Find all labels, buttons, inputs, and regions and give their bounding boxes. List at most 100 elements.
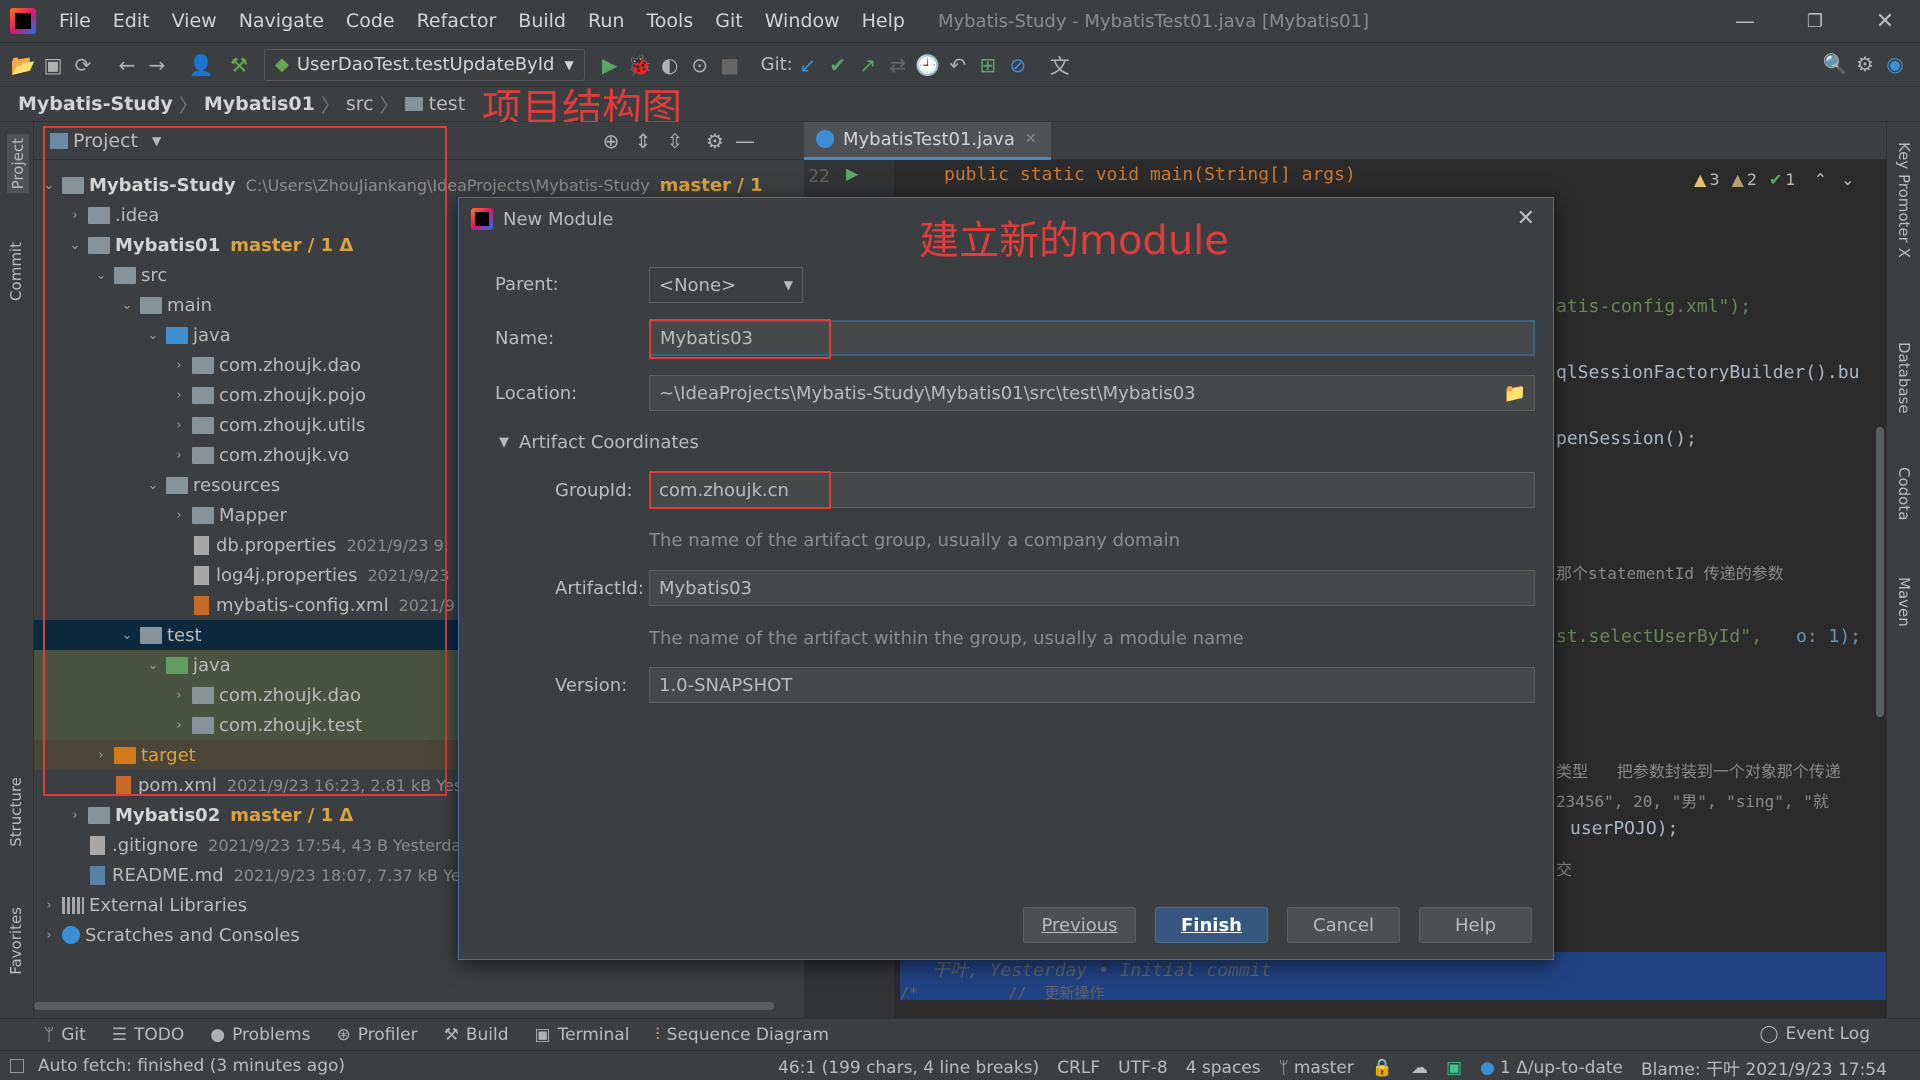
profile-icon[interactable]: ⊙ xyxy=(685,50,715,80)
settings-icon[interactable]: ⚙ xyxy=(700,126,730,156)
menu-git[interactable]: Git xyxy=(704,10,753,32)
terminal-icon[interactable]: ▣ xyxy=(1446,1058,1462,1078)
git-commit-icon[interactable]: ✔ xyxy=(823,50,853,80)
run-icon[interactable]: ▶ xyxy=(595,50,625,80)
menu-code[interactable]: Code xyxy=(335,10,406,32)
plugin-avatar-icon[interactable]: ◉ xyxy=(1880,49,1910,79)
tool-tab-project[interactable]: Project xyxy=(7,134,29,194)
back-icon[interactable]: ← xyxy=(112,50,142,80)
git-push-icon[interactable]: ↗ xyxy=(853,50,883,80)
menu-help[interactable]: Help xyxy=(851,10,916,32)
locate-icon[interactable]: ⊕ xyxy=(596,126,626,156)
history-icon[interactable]: 🕘 xyxy=(913,50,943,80)
parent-select[interactable]: <None> ▼ xyxy=(649,267,803,303)
breadcrumb-src[interactable]: src xyxy=(346,93,374,115)
git-update-icon[interactable]: ↙ xyxy=(793,50,823,80)
forward-icon[interactable]: → xyxy=(142,50,172,80)
coverage-icon[interactable]: ◐ xyxy=(655,50,685,80)
tool-tab-key-promoter[interactable]: Key Promoter X xyxy=(1895,142,1913,258)
hammer-icon[interactable]: ⚒ xyxy=(224,50,254,80)
version-input[interactable]: 1.0-SNAPSHOT xyxy=(649,667,1535,703)
code-fragment[interactable]: 交 xyxy=(1556,856,1572,880)
git-branch-widget[interactable]: ᛘ master xyxy=(1279,1058,1354,1078)
menu-run[interactable]: Run xyxy=(577,10,635,32)
run-gutter-icon[interactable]: ▶ xyxy=(846,164,858,183)
tool-problems[interactable]: ● Problems xyxy=(210,1025,310,1045)
code-fragment[interactable]: penSession(); xyxy=(1556,428,1697,449)
cancel-button[interactable]: Cancel xyxy=(1287,907,1400,943)
line-separator[interactable]: CRLF xyxy=(1057,1058,1100,1078)
tab-mybatistest01[interactable]: MybatisTest01.java ✕ xyxy=(804,121,1051,160)
code-fragment[interactable]: 类型 把参数封装到一个对象那个传递 xyxy=(1556,758,1841,782)
code-line-22[interactable]: public static void main(String[] args) xyxy=(944,164,1356,185)
chevron-up-icon[interactable]: ⌃ xyxy=(1814,170,1827,189)
artifact-coordinates-toggle[interactable]: ▼ Artifact Coordinates xyxy=(499,432,709,453)
tool-tab-database[interactable]: Database xyxy=(1895,342,1913,414)
menu-edit[interactable]: Edit xyxy=(102,10,161,32)
tool-tab-maven[interactable]: Maven xyxy=(1895,577,1913,627)
horizontal-scrollbar[interactable] xyxy=(34,1002,774,1010)
close-icon[interactable]: ✕ xyxy=(1517,206,1535,231)
indent-setting[interactable]: 4 spaces xyxy=(1186,1058,1261,1078)
git-merge-icon[interactable]: ⇄ xyxy=(883,50,913,80)
location-input[interactable]: ~\IdeaProjects\Mybatis-Study\Mybatis01\s… xyxy=(649,375,1535,411)
tool-tab-favorites[interactable]: Favorites xyxy=(7,907,25,975)
open-folder-icon[interactable]: 📂 xyxy=(8,50,38,80)
vertical-scrollbar[interactable] xyxy=(1876,427,1884,717)
code-fragment[interactable]: atis-config.xml"); xyxy=(1556,296,1751,317)
status-message[interactable]: Auto fetch: finished (3 minutes ago) xyxy=(38,1056,345,1076)
tool-profiler[interactable]: ⊛ Profiler xyxy=(336,1025,417,1045)
minimize-icon[interactable]: — xyxy=(1710,9,1780,33)
tool-tab-structure[interactable]: Structure xyxy=(7,777,25,847)
chevron-down-icon[interactable]: ⌄ xyxy=(1841,170,1854,189)
tool-terminal[interactable]: ▣ Terminal xyxy=(535,1025,630,1045)
expand-all-icon[interactable]: ⇕ xyxy=(628,126,658,156)
restore-icon[interactable]: ❐ xyxy=(1780,11,1850,32)
menu-tools[interactable]: Tools xyxy=(635,10,704,32)
inspection-widget[interactable]: ▲ 3 ▲ 2 ✔ 1 ⌃ ⌄ xyxy=(1694,170,1854,189)
activity-monitor-icon[interactable]: ⊞ xyxy=(973,50,1003,80)
cloud-icon[interactable]: ☁ xyxy=(1411,1058,1428,1078)
save-icon[interactable]: ▣ xyxy=(38,50,68,80)
code-fragment[interactable]: 那个statementId 传递的参数 xyxy=(1556,560,1784,584)
tool-event-log[interactable]: ◯ Event Log xyxy=(1760,1024,1871,1044)
debug-icon[interactable]: 🐞 xyxy=(625,50,655,80)
translate-icon[interactable]: 文 xyxy=(1045,50,1075,80)
search-icon[interactable]: 🔍 xyxy=(1820,49,1850,79)
vcs-status[interactable]: ● 1 Δ/up-to-date xyxy=(1480,1058,1623,1078)
previous-button[interactable]: Previous xyxy=(1023,907,1136,943)
breadcrumb-test[interactable]: test xyxy=(429,93,466,115)
rollback-icon[interactable]: ↶ xyxy=(943,50,973,80)
status-toggle-icon[interactable] xyxy=(10,1058,24,1073)
tool-git[interactable]: ᛘ Git xyxy=(44,1025,86,1045)
code-fragment[interactable]: 23456", 20, "男", "sing", "就 xyxy=(1556,788,1829,812)
code-fragment[interactable]: st.selectUserById", xyxy=(1556,626,1762,647)
breadcrumb-module[interactable]: Mybatis01 xyxy=(204,93,315,115)
menu-refactor[interactable]: Refactor xyxy=(406,10,508,32)
file-encoding[interactable]: UTF-8 xyxy=(1118,1058,1168,1078)
tool-tab-commit[interactable]: Commit xyxy=(7,242,25,301)
menu-view[interactable]: View xyxy=(161,10,228,32)
caret-position[interactable]: 46:1 (199 chars, 4 line breaks) xyxy=(778,1058,1039,1078)
finish-button[interactable]: Finish xyxy=(1155,907,1268,943)
tool-tab-codota[interactable]: Codota xyxy=(1895,467,1913,520)
tool-build[interactable]: ⚒ Build xyxy=(444,1025,509,1045)
power-save-icon[interactable]: ⊘ xyxy=(1003,50,1033,80)
tool-todo[interactable]: ☰ TODO xyxy=(112,1025,185,1045)
tool-sequence-diagram[interactable]: ⫶ Sequence Diagram xyxy=(655,1025,829,1045)
breadcrumb-project[interactable]: Mybatis-Study xyxy=(18,93,173,115)
artifactid-input[interactable]: Mybatis03 xyxy=(649,570,1535,606)
sync-icon[interactable]: ⟳ xyxy=(68,50,98,80)
menu-file[interactable]: File xyxy=(48,10,102,32)
hide-icon[interactable]: — xyxy=(730,126,760,156)
blame-info[interactable]: Blame: 干叶 2021/9/23 17:54 xyxy=(1641,1055,1887,1080)
code-fragment[interactable]: userPOJO); xyxy=(1570,818,1678,839)
help-button[interactable]: Help xyxy=(1419,907,1532,943)
browse-folder-icon[interactable]: 📁 xyxy=(1504,383,1526,404)
close-window-icon[interactable]: ✕ xyxy=(1850,9,1920,34)
code-fragment[interactable]: o: 1); xyxy=(1796,626,1861,647)
collapse-all-icon[interactable]: ⇳ xyxy=(660,126,690,156)
menu-navigate[interactable]: Navigate xyxy=(228,10,335,32)
menu-build[interactable]: Build xyxy=(507,10,577,32)
lock-icon[interactable]: 🔒 xyxy=(1372,1058,1393,1078)
